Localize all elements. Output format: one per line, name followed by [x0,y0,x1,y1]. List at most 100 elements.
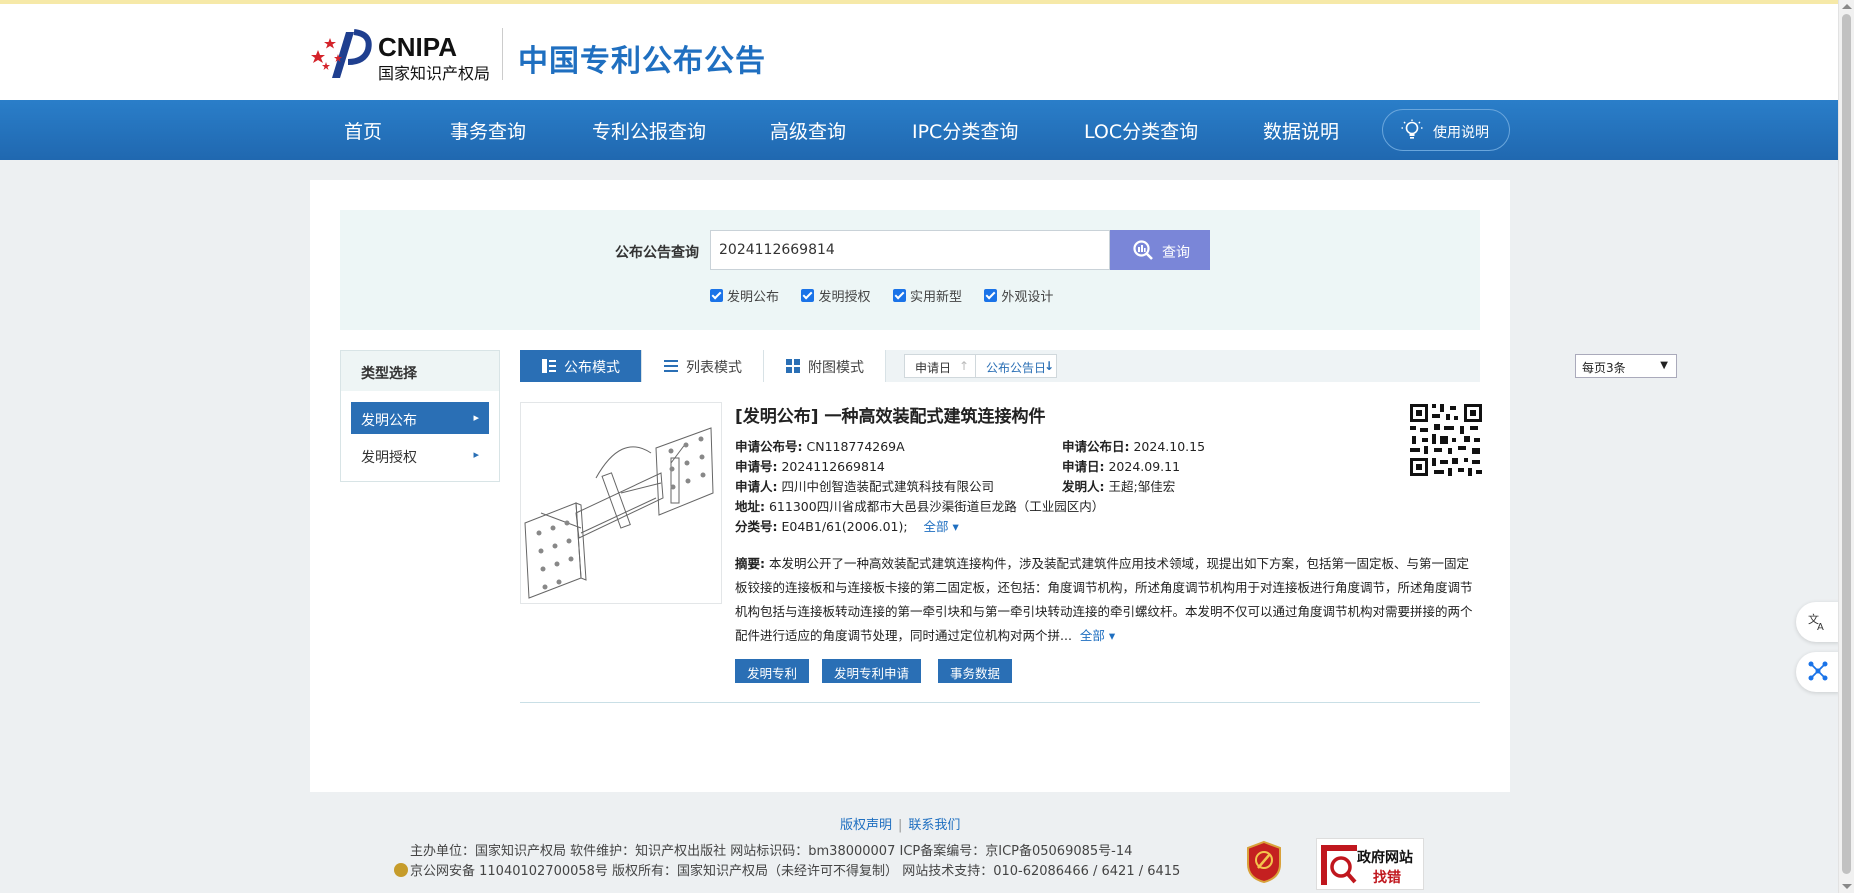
grid-icon [786,359,800,373]
translate-tool[interactable]: 文 A [1796,602,1840,642]
field-inventor: 发明人: 王超;邹佳宏 [1062,476,1175,495]
affairs-data-button[interactable]: 事务数据 [938,659,1013,683]
field-value: 611300四川省成都市大邑县沙渠街道巨龙路（工业园区内） [768,499,1105,514]
police-badge-icon [394,863,408,877]
result-item: [发明公布] 一种高效装配式建筑连接构件 申请公布号: CN118774269A… [520,402,1484,703]
field-label: 申请日: [1062,459,1105,474]
checkbox-checked-icon [892,289,906,302]
magnifier-icon [1321,845,1357,885]
qr-code-icon[interactable] [1408,402,1484,478]
abstract-all-link[interactable]: 全部 ▾ [1080,628,1115,643]
gov-site-error-report[interactable]: 政府网站 找错 [1316,838,1424,890]
sidebar-item-invention-publication[interactable]: 发明公布 ▸ [351,402,489,434]
page-scrollbar[interactable] [1838,0,1854,893]
tab-list-mode[interactable]: 列表模式 [642,350,764,382]
sidebar-title: 类型选择 [341,351,499,391]
copyright-link[interactable]: 版权声明 [840,818,892,833]
link-label: 全部 [923,519,949,534]
tab-label: 列表模式 [686,360,742,376]
tab-publication-mode[interactable]: 公布模式 [520,350,642,382]
footer-line2-text: 京公网安备 11040102700058号 版权所有：国家知识产权局（未经许可不… [410,864,1181,879]
per-page-value: 每页3条 [1582,361,1626,375]
checkbox-utility-model[interactable]: 实用新型 [892,286,962,305]
field-app-no: 申请号: 2024112669814 [735,456,885,475]
main-content: 公布公告查询 2024112669814 查询 发明公布 发明授权 实用新型 外… [310,180,1677,792]
help-button[interactable]: 使用说明 [1382,109,1510,151]
field-label: 申请公布号: [735,439,803,454]
chevron-right-icon: ▸ [473,411,479,424]
field-value: CN118774269A [806,439,905,454]
tab-figure-mode[interactable]: 附图模式 [764,350,886,382]
publication-mode-icon [542,359,556,373]
field-value: 2024112669814 [781,459,885,474]
result-title-link[interactable]: [发明公布] 一种高效装配式建筑连接构件 [735,402,1045,427]
translate-icon: 文 A [1808,612,1824,631]
patent-drawing-image [524,427,714,599]
field-value: E04B1/61(2006.01); [781,519,908,534]
footer-info-line2: 京公网安备 11040102700058号 版权所有：国家知识产权局（未经许可不… [394,860,1180,879]
site-title[interactable]: 中国专利公布公告 [518,36,766,80]
field-label: 发明人: [1062,479,1105,494]
footer-info-line1: 主办单位：国家知识产权局 软件维护：知识产权出版社 网站标识码：bm380000… [410,844,1133,859]
per-page-select[interactable]: 每页3条 ▼ [1575,354,1677,378]
patent-drawing-thumbnail[interactable] [520,402,722,604]
tab-label: 附图模式 [808,360,864,376]
search-icon [1133,240,1153,260]
sidebar-item-invention-grant[interactable]: 发明授权 ▸ [351,439,489,471]
search-button[interactable]: 查询 [1110,230,1210,270]
search-input[interactable]: 2024112669814 [710,230,1110,270]
checkbox-checked-icon [710,289,723,302]
logo-divider [502,28,503,80]
sort-pub-date[interactable]: 公布公告日 ↓ [975,354,1057,378]
cnipa-logo[interactable]: CNIPA 国家知识产权局 [310,28,510,83]
nav-home[interactable]: 首页 [344,117,382,144]
chevron-right-icon: ▸ [473,448,479,461]
field-value: 四川中创智造装配式建筑科技有限公司 [781,479,994,494]
logo-text-en: CNIPA [378,32,457,62]
party-emblem-icon[interactable] [1246,840,1282,884]
view-tabs: 公布模式 列表模式 附图模式 申请日 ↑ 公布公告日 ↓ 每页3条 ▼ [520,350,1677,382]
sort-label: 申请日 [915,361,952,375]
arrow-down-icon: ↓ [1044,359,1055,373]
main-nav: 首页 事务查询 专利公报查询 高级查询 IPC分类查询 LOC分类查询 数据说明… [0,100,1854,160]
field-value: 2024.09.11 [1108,459,1181,474]
checkbox-design[interactable]: 外观设计 [984,286,1053,305]
network-icon [1808,661,1828,681]
help-button-label: 使用说明 [1433,125,1489,141]
search-label: 公布公告查询 [615,245,699,261]
checkbox-invention-publication[interactable]: 发明公布 [710,286,779,305]
nav-data-notes[interactable]: 数据说明 [1263,117,1339,144]
list-icon [664,360,678,372]
nav-affairs-query[interactable]: 事务查询 [450,117,526,144]
gov-site-label: 政府网站 [1357,850,1413,866]
find-error-label: 找错 [1373,870,1401,886]
invention-application-button[interactable]: 发明专利申请 [822,659,922,683]
field-label: 地址: [735,499,765,514]
logo-text-cn: 国家知识产权局 [378,64,491,83]
field-app-date: 申请日: 2024.09.11 [1062,456,1180,475]
scroll-down-arrow-icon[interactable] [1842,884,1852,889]
field-value: 2024.10.15 [1133,439,1206,454]
checkbox-label: 实用新型 [909,290,962,305]
lightbulb-icon [1401,119,1423,139]
nav-gazette-query[interactable]: 专利公报查询 [592,117,706,144]
contact-link[interactable]: 联系我们 [908,818,960,833]
scroll-up-arrow-icon[interactable] [1842,4,1852,9]
sort-apply-date[interactable]: 申请日 ↑ [904,354,976,378]
sort-label: 公布公告日 [986,361,1047,375]
abstract-text: 摘要: 本发明公开了一种高效装配式建筑连接构件，涉及装配式建筑件应用技术领域，现… [735,552,1480,648]
nav-ipc-query[interactable]: IPC分类查询 [912,117,1018,144]
scrollbar-thumb[interactable] [1842,14,1851,874]
ai-assistant-tool[interactable] [1796,652,1840,692]
site-header: CNIPA 国家知识产权局 中国专利公布公告 [0,4,1854,100]
caret-down-icon: ▾ [952,519,959,534]
checkbox-invention-grant[interactable]: 发明授权 [801,286,870,305]
invention-patent-button[interactable]: 发明专利 [735,659,810,683]
type-sidebar: 类型选择 发明公布 ▸ 发明授权 ▸ [340,350,500,482]
nav-loc-query[interactable]: LOC分类查询 [1084,117,1198,144]
class-all-link[interactable]: 全部 ▾ [924,519,959,534]
field-pub-no: 申请公布号: CN118774269A [735,436,905,455]
nav-advanced-query[interactable]: 高级查询 [770,117,846,144]
field-pub-date: 申请公布日: 2024.10.15 [1062,436,1205,455]
checkbox-label: 发明授权 [818,290,871,305]
